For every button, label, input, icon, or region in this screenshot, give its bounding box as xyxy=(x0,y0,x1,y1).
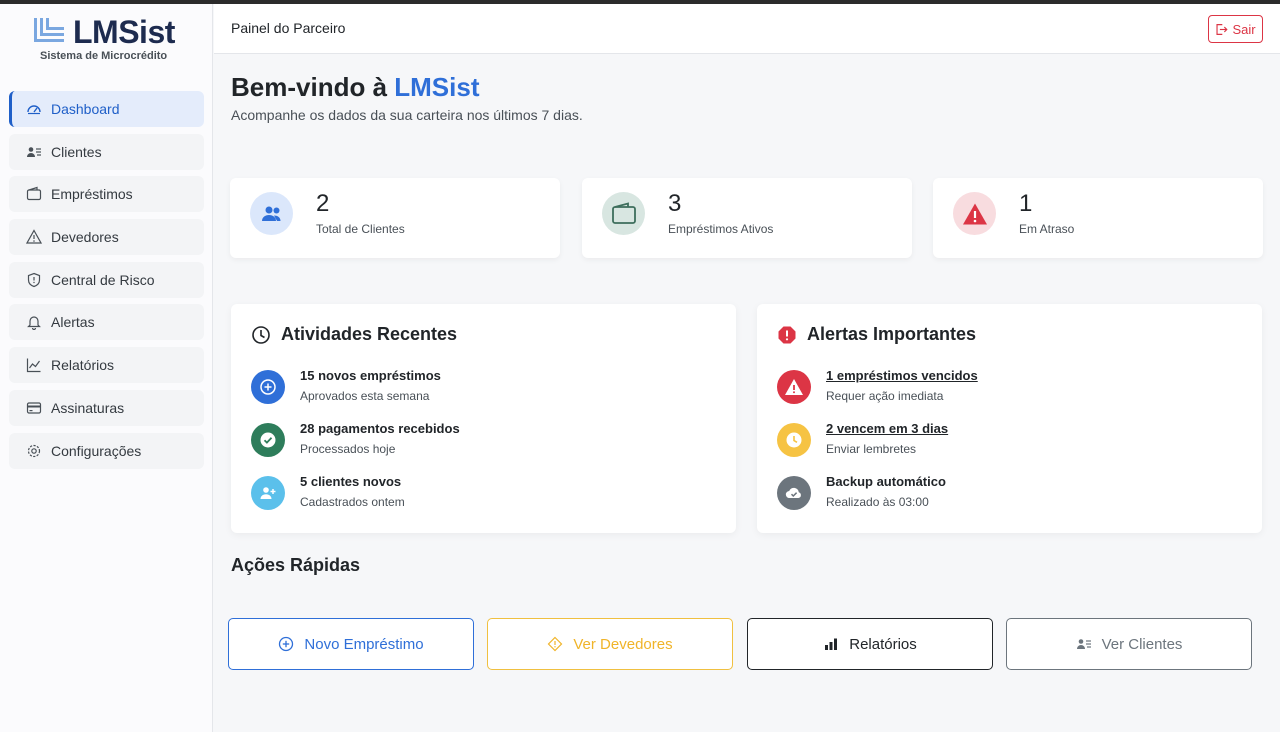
sidebar-item-emprestimos[interactable]: Empréstimos xyxy=(9,176,204,213)
alert-title: Backup automático xyxy=(826,474,946,489)
alert-title-link[interactable]: 2 vencem em 3 dias xyxy=(826,421,948,436)
sidebar-item-relatorios[interactable]: Relatórios xyxy=(9,347,204,384)
sidebar-item-label: Assinaturas xyxy=(51,399,125,416)
sidebar-item-label: Relatórios xyxy=(51,357,115,374)
stat-value: 3 xyxy=(668,190,682,217)
logo-text: LMSist xyxy=(73,14,175,50)
sidebar-item-label: Empréstimos xyxy=(51,186,133,203)
cloud-check-icon xyxy=(777,476,811,510)
sidebar-nav: Dashboard Clientes Empréstimos Devedores… xyxy=(9,91,204,475)
sidebar-item-label: Configurações xyxy=(51,442,142,459)
sidebar-item-central-de-risco[interactable]: Central de Risco xyxy=(9,261,204,298)
activity-subtitle: Cadastrados ontem xyxy=(300,495,405,509)
sidebar-item-assinaturas[interactable]: Assinaturas xyxy=(9,389,204,426)
credit-card-icon xyxy=(26,400,42,416)
gear-icon xyxy=(26,443,42,459)
alert-item: Backup automático Realizado às 03:00 xyxy=(777,474,1237,514)
stat-value: 2 xyxy=(316,190,330,217)
activity-title: 5 clientes novos xyxy=(300,474,402,489)
page-subtitle: Acompanhe os dados da sua carteira nos ú… xyxy=(231,107,583,123)
welcome-prefix: Bem-vindo à xyxy=(231,72,388,102)
view-debtors-button[interactable]: Ver Devedores xyxy=(487,618,733,670)
alert-subtitle: Enviar lembretes xyxy=(826,442,917,456)
stat-label: Total de Clientes xyxy=(316,222,405,236)
bell-icon xyxy=(26,314,42,331)
alert-title-link[interactable]: 1 empréstimos vencidos xyxy=(826,368,978,383)
button-label: Ver Clientes xyxy=(1101,635,1183,653)
plus-circle-icon xyxy=(251,370,285,404)
alert-subtitle: Realizado às 03:00 xyxy=(826,495,929,509)
activity-title: 28 pagamentos recebidos xyxy=(300,421,460,436)
check-circle-icon xyxy=(251,423,285,457)
stat-card-loans: 3 Empréstimos Ativos xyxy=(582,178,912,258)
important-alerts-card: Alertas Importantes 1 empréstimos vencid… xyxy=(757,304,1262,533)
shield-icon xyxy=(26,272,42,288)
logo[interactable]: LMSist Sistema de Microcrédito xyxy=(33,14,183,66)
logout-button[interactable]: Sair xyxy=(1208,15,1263,43)
activity-item: 15 novos empréstimos Aprovados esta sema… xyxy=(251,368,711,408)
view-clients-button[interactable]: Ver Clientes xyxy=(1006,618,1252,670)
user-plus-icon xyxy=(251,476,285,510)
stat-card-clients: 2 Total de Clientes xyxy=(230,178,560,258)
clock-icon xyxy=(777,423,811,457)
warning-icon xyxy=(26,229,42,245)
reports-button[interactable]: Relatórios xyxy=(747,618,993,670)
stat-label: Em Atraso xyxy=(1019,222,1075,236)
logo-subtitle: Sistema de Microcrédito xyxy=(40,50,168,62)
logout-icon xyxy=(1216,23,1229,35)
card-title: Alertas Importantes xyxy=(777,324,976,345)
sidebar-item-label: Central de Risco xyxy=(51,271,155,288)
sidebar-item-clientes[interactable]: Clientes xyxy=(9,133,204,170)
diamond-exclamation-icon xyxy=(548,636,563,652)
plus-circle-icon xyxy=(279,636,294,652)
stat-label: Empréstimos Ativos xyxy=(668,222,774,236)
exclamation-octagon-icon xyxy=(778,326,796,343)
chart-line-icon xyxy=(26,357,42,373)
activity-item: 5 clientes novos Cadastrados ontem xyxy=(251,474,711,514)
activity-subtitle: Processados hoje xyxy=(300,442,396,456)
sidebar-item-devedores[interactable]: Devedores xyxy=(9,219,204,256)
logout-label: Sair xyxy=(1232,21,1256,37)
stat-value: 1 xyxy=(1019,190,1033,217)
sidebar-item-alertas[interactable]: Alertas xyxy=(9,304,204,341)
recent-activities-card: Atividades Recentes 15 novos empréstimos… xyxy=(231,304,736,533)
header-title: Painel do Parceiro xyxy=(231,20,346,36)
activity-subtitle: Aprovados esta semana xyxy=(300,389,430,403)
alert-item[interactable]: 2 vencem em 3 dias Enviar lembretes xyxy=(777,421,1237,461)
sidebar-item-dashboard[interactable]: Dashboard xyxy=(9,91,204,127)
quick-actions-title: Ações Rápidas xyxy=(231,555,361,575)
sidebar-item-label: Alertas xyxy=(51,314,95,331)
dashboard-icon xyxy=(26,101,42,117)
button-label: Novo Empréstimo xyxy=(304,635,424,653)
page-title: Bem-vindo à LMSist xyxy=(231,72,480,103)
wallet-icon xyxy=(26,186,42,202)
wallet-icon xyxy=(602,192,645,235)
activity-title: 15 novos empréstimos xyxy=(300,368,441,383)
history-icon xyxy=(252,325,270,344)
sidebar: LMSist Sistema de Microcrédito Dashboard… xyxy=(0,4,213,732)
alert-triangle-icon xyxy=(953,192,996,235)
sidebar-item-label: Clientes xyxy=(51,143,102,160)
bar-chart-icon xyxy=(825,638,838,650)
alert-subtitle: Requer ação imediata xyxy=(826,389,944,403)
new-loan-button[interactable]: Novo Empréstimo xyxy=(228,618,474,670)
clients-icon xyxy=(1076,639,1091,649)
users-icon xyxy=(250,192,293,235)
activity-item: 28 pagamentos recebidos Processados hoje xyxy=(251,421,711,461)
header: Painel do Parceiro Sair xyxy=(214,4,1280,54)
card-title: Atividades Recentes xyxy=(251,324,457,345)
alert-item[interactable]: 1 empréstimos vencidos Requer ação imedi… xyxy=(777,368,1237,408)
sidebar-item-label: Dashboard xyxy=(51,101,120,117)
sidebar-item-configuracoes[interactable]: Configurações xyxy=(9,432,204,469)
clients-icon xyxy=(26,144,42,160)
logo-mark-icon xyxy=(34,18,64,42)
warning-triangle-icon xyxy=(777,370,811,404)
button-label: Ver Devedores xyxy=(573,635,673,653)
welcome-brand: LMSist xyxy=(394,72,480,102)
stat-card-overdue: 1 Em Atraso xyxy=(933,178,1263,258)
sidebar-item-label: Devedores xyxy=(51,229,119,246)
button-label: Relatórios xyxy=(849,635,917,653)
